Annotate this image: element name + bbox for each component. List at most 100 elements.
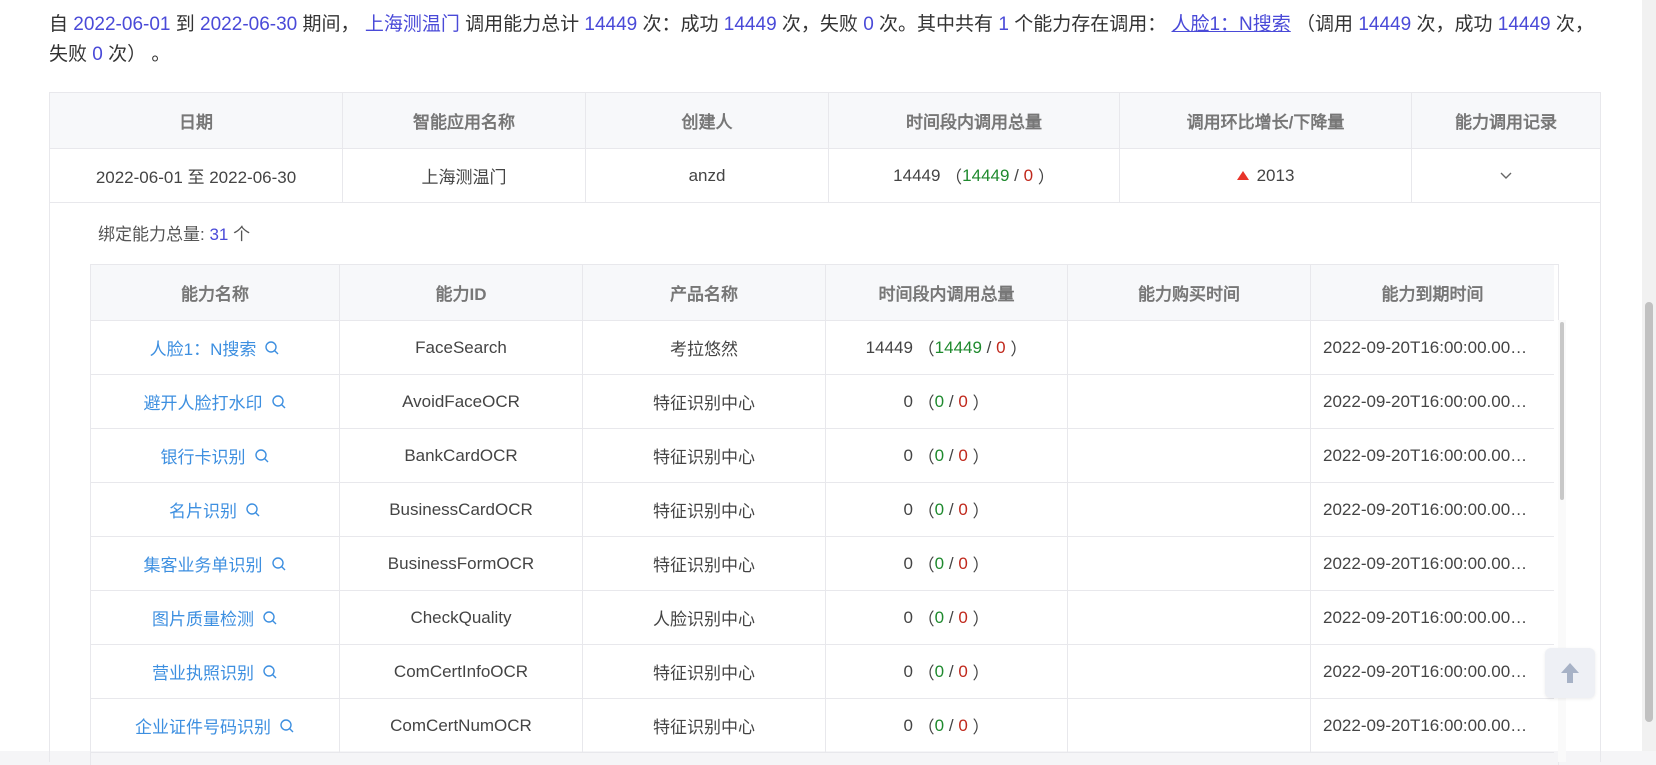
purchase-time-cell <box>1068 645 1311 699</box>
total-value: 0 <box>903 607 913 627</box>
column-header[interactable]: 智能应用名称 <box>343 93 586 149</box>
chevron-down-icon[interactable] <box>1499 171 1513 181</box>
expire-time-cell: 2022-09-20T16:00:00.00… <box>1311 321 1554 375</box>
bind-total-label: 绑定能力总量: <box>98 225 210 244</box>
back-to-top-button[interactable] <box>1545 648 1595 698</box>
column-header[interactable]: 能力到期时间 <box>1311 265 1554 321</box>
success-value: 14449 <box>962 165 1010 185</box>
table-row[interactable]: 避开人脸打水印 AvoidFaceOCR 特征识别中心 0 （0 / 0 ） 2022-… <box>91 375 1558 429</box>
purchase-time-cell <box>1068 321 1311 375</box>
search-icon[interactable] <box>271 556 287 572</box>
expand-cell[interactable] <box>1412 149 1600 203</box>
product-name-cell: 特征识别中心 <box>583 699 826 753</box>
ability-name-cell[interactable]: 名片识别 <box>91 483 340 537</box>
paren-open: （ <box>912 556 935 575</box>
success-value: 0 <box>934 607 945 627</box>
fail-value: 0 <box>1023 165 1034 185</box>
column-header[interactable]: 时间段内调用总量 <box>829 93 1120 149</box>
app-usage-table: 日期 智能应用名称 创建人 时间段内调用总量 调用环比增长/下降量 能力调用记录… <box>49 92 1601 203</box>
paren-open: （ <box>912 502 935 521</box>
table-row[interactable]: 营业执照识别 ComCertInfoOCR 特征识别中心 0 （0 / 0 ） 2022… <box>91 645 1558 699</box>
ability-count: 1 <box>998 14 1009 35</box>
ability-name-cell[interactable]: 银行卡识别 <box>91 429 340 483</box>
purchase-time-cell <box>1068 537 1311 591</box>
calls-cell: 0 （0 / 0 ） <box>826 429 1068 483</box>
ability-fail: 0 <box>92 44 103 65</box>
table-row[interactable]: 图片质量检测 CheckQuality 人脸识别中心 0 （0 / 0 ） 2022-0… <box>91 591 1558 645</box>
slash: / <box>944 607 959 627</box>
paren-close: ） <box>967 718 990 737</box>
purchase-time-cell <box>1068 429 1311 483</box>
ability-id-cell: CheckQuality <box>340 591 583 645</box>
bind-total: 绑定能力总量: 31 个 <box>98 220 250 245</box>
total-value: 0 <box>903 445 913 465</box>
table-row[interactable]: 银行卡识别 BankCardOCR 特征识别中心 0 （0 / 0 ） 2022-09-… <box>91 429 1558 483</box>
column-header[interactable]: 时间段内调用总量 <box>826 265 1068 321</box>
column-header[interactable]: 能力调用记录 <box>1412 93 1600 149</box>
column-header[interactable]: 产品名称 <box>583 265 826 321</box>
column-header[interactable]: 能力ID <box>340 265 583 321</box>
summary-text-segment: 调用能力总计 <box>459 14 585 35</box>
ability-name-cell[interactable]: 图片质量检测 <box>91 591 340 645</box>
slash: / <box>944 715 959 735</box>
ability-name-cell[interactable]: 企业证件号码识别 <box>91 699 340 753</box>
column-header[interactable]: 日期 <box>50 93 343 149</box>
total-calls-cell: 14449 （ 14449 / 0 ） <box>829 149 1120 203</box>
table-row[interactable]: 人脸1：N搜索 FaceSearch 考拉悠然 14449 （14449 / 0 ） 2… <box>91 321 1558 375</box>
fail-value: 0 <box>958 661 968 681</box>
purchase-time-cell <box>1068 375 1311 429</box>
column-header[interactable]: 创建人 <box>586 93 829 149</box>
start-date: 2022-06-01 <box>73 14 171 35</box>
app-name: 上海测温门 <box>364 14 460 35</box>
ability-name-link[interactable]: 避开人脸打水印 <box>144 389 263 414</box>
summary-text-segment: （调用 <box>1290 14 1359 35</box>
ability-name-link[interactable]: 集客业务单识别 <box>144 551 263 576</box>
table-row[interactable]: 企业证件号码识别 ComCertNumOCR 特征识别中心 0 （0 / 0 ） 202… <box>91 699 1558 753</box>
ability-name-cell[interactable]: 人脸1：N搜索 <box>91 321 340 375</box>
table-scrollbar-thumb[interactable] <box>1560 322 1564 500</box>
app-name-cell: 上海测温门 <box>343 149 586 203</box>
calls-cell: 0 （0 / 0 ） <box>826 645 1068 699</box>
paren-close: ） <box>967 394 990 413</box>
column-header[interactable]: 能力购买时间 <box>1068 265 1311 321</box>
slash: / <box>981 337 997 357</box>
search-icon[interactable] <box>279 718 295 734</box>
ability-calls: 14449 <box>1358 14 1412 35</box>
ability-name-cell[interactable]: 营业执照识别 <box>91 645 340 699</box>
table-row[interactable]: 名片识别 BusinessCardOCR 特征识别中心 0 （0 / 0 ） 2022-… <box>91 483 1558 537</box>
ability-link[interactable]: 人脸1：N搜索 <box>1171 14 1290 35</box>
search-icon[interactable] <box>262 664 278 680</box>
ability-table-body: 人脸1：N搜索 FaceSearch 考拉悠然 14449 （14449 / 0 ） 2… <box>91 321 1558 753</box>
growth-cell: 2013 <box>1120 149 1412 203</box>
paren-close: ） <box>967 610 990 629</box>
ability-name-link[interactable]: 企业证件号码识别 <box>135 713 271 738</box>
bind-total-count: 31 <box>209 225 229 244</box>
expire-time-cell: 2022-09-20T16:00:00.00… <box>1311 483 1554 537</box>
ability-name-link[interactable]: 营业执照识别 <box>152 659 254 684</box>
ability-name-link[interactable]: 银行卡识别 <box>161 443 246 468</box>
table-row[interactable]: 2022-06-01 至 2022-06-30 上海测温门 anzd 14449… <box>50 149 1600 203</box>
column-header[interactable]: 调用环比增长/下降量 <box>1120 93 1412 149</box>
search-icon[interactable] <box>262 610 278 626</box>
search-icon[interactable] <box>264 340 280 356</box>
total-value: 14449 <box>865 337 913 357</box>
summary-text-segment: 次，成功 <box>1411 14 1498 35</box>
calls-cell: 0 （0 / 0 ） <box>826 591 1068 645</box>
total-value: 0 <box>903 499 913 519</box>
search-icon[interactable] <box>245 502 261 518</box>
search-icon[interactable] <box>254 448 270 464</box>
ability-name-link[interactable]: 图片质量检测 <box>152 605 254 630</box>
success-value: 0 <box>934 391 945 411</box>
column-header[interactable]: 能力名称 <box>91 265 340 321</box>
success-value: 0 <box>934 445 945 465</box>
ability-name-link[interactable]: 名片识别 <box>169 497 237 522</box>
ability-detail-panel: 绑定能力总量: 31 个 能力名称 能力ID 产品名称 时间段内调用总量 能力购… <box>49 202 1601 765</box>
page-scrollbar-thumb[interactable] <box>1645 302 1653 722</box>
fail-value: 0 <box>958 607 968 627</box>
search-icon[interactable] <box>271 394 287 410</box>
table-row[interactable]: 集客业务单识别 BusinessFormOCR 特征识别中心 0 （0 / 0 ） 20… <box>91 537 1558 591</box>
ability-name-link[interactable]: 人脸1：N搜索 <box>150 335 257 360</box>
ability-name-cell[interactable]: 集客业务单识别 <box>91 537 340 591</box>
ability-name-cell[interactable]: 避开人脸打水印 <box>91 375 340 429</box>
success-value: 0 <box>934 715 945 735</box>
